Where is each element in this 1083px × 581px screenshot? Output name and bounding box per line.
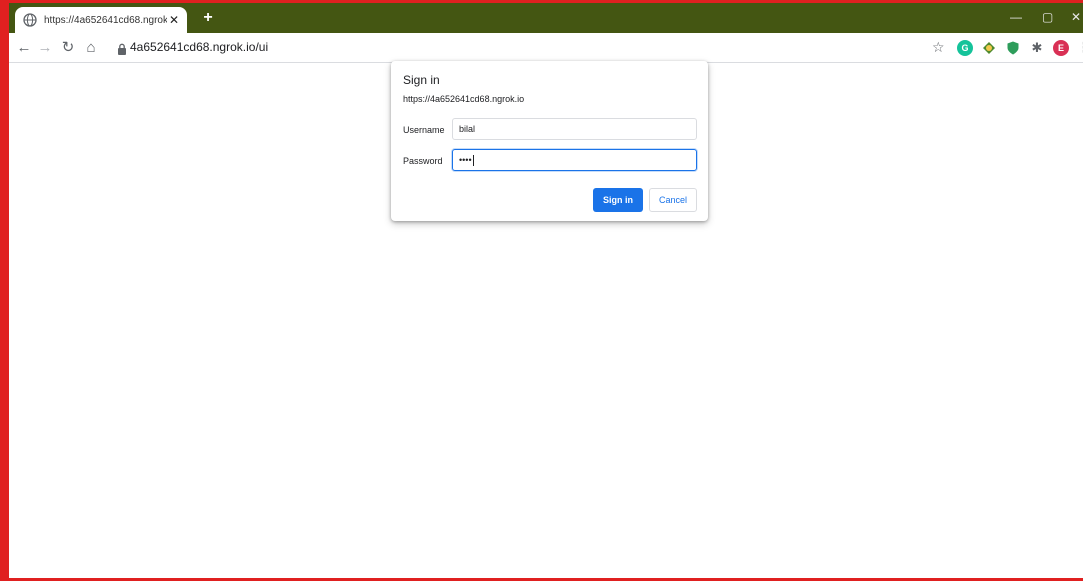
maximize-icon[interactable]: ▢ [1042,9,1053,25]
cancel-button[interactable]: Cancel [649,188,697,212]
password-field[interactable]: •••• [452,149,697,171]
bookmark-star-icon[interactable]: ☆ [932,39,945,56]
home-icon[interactable]: ⌂ [82,39,100,57]
dialog-origin: https://4a652641cd68.ngrok.io [403,94,525,104]
password-value: •••• [459,155,472,165]
password-label: Password [403,156,443,166]
reload-icon[interactable]: ↻ [59,39,77,57]
sign-in-dialog: Sign in https://4a652641cd68.ngrok.io Us… [391,61,708,221]
menu-kebab-icon[interactable]: ⋮ [1077,39,1083,56]
browser-titlebar: https://4a652641cd68.ngrok.io/ui ✕ + — ▢… [9,3,1083,33]
address-bar-url[interactable]: 4a652641cd68.ngrok.io/ui [130,40,268,54]
username-label: Username [403,125,445,135]
close-window-icon[interactable]: ✕ [1071,9,1081,25]
new-tab-button[interactable]: + [199,9,217,27]
forward-arrow-icon[interactable]: → [36,39,54,57]
browser-tab[interactable]: https://4a652641cd68.ngrok.io/ui ✕ [15,7,187,33]
lock-icon[interactable] [117,42,127,55]
globe-icon [23,13,37,27]
text-caret [472,154,474,166]
puzzle-extensions-icon[interactable]: ✱ [1029,40,1045,56]
back-arrow-icon[interactable]: ← [15,39,33,57]
vpn-extension-icon[interactable] [981,40,997,56]
username-value: bilal [459,124,476,134]
tab-title: https://4a652641cd68.ngrok.io/ui [44,14,167,26]
shield-extension-icon[interactable] [1005,40,1021,56]
browser-toolbar: ← → ↻ ⌂ 4a652641cd68.ngrok.io/ui ☆ G ✱ E… [9,33,1083,63]
profile-avatar[interactable]: E [1053,40,1069,56]
sign-in-button[interactable]: Sign in [593,188,643,212]
dialog-title: Sign in [403,73,440,87]
grammarly-icon[interactable]: G [957,40,973,56]
close-tab-icon[interactable]: ✕ [169,13,179,27]
username-field[interactable]: bilal [452,118,697,140]
minimize-icon[interactable]: — [1010,9,1022,25]
